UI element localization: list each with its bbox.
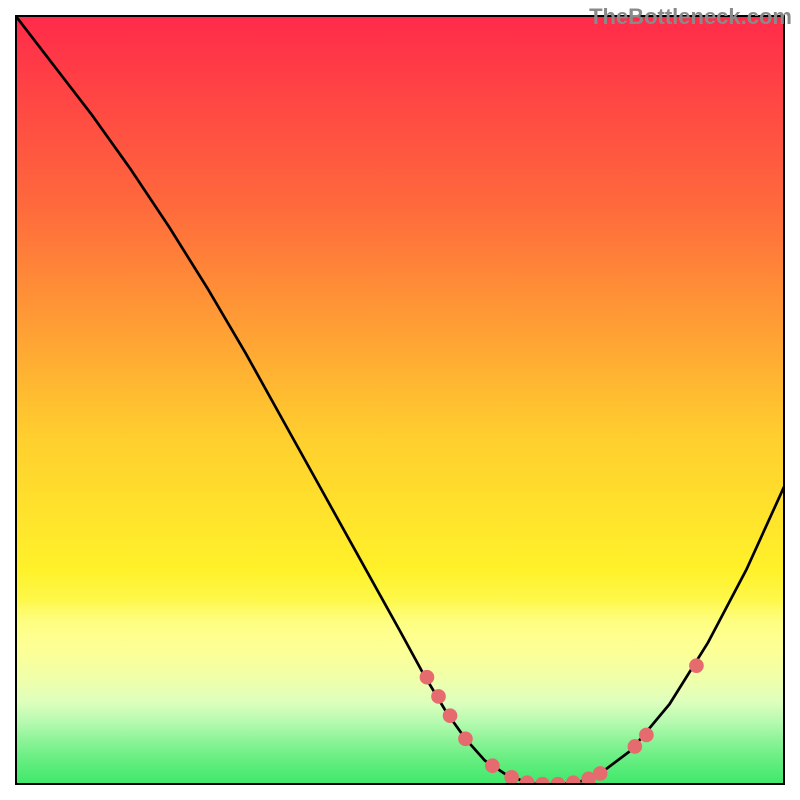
watermark-text: TheBottleneck.com (589, 4, 792, 30)
bottom-band (15, 600, 785, 785)
plot-area (15, 15, 785, 785)
chart-container: TheBottleneck.com (0, 0, 800, 800)
